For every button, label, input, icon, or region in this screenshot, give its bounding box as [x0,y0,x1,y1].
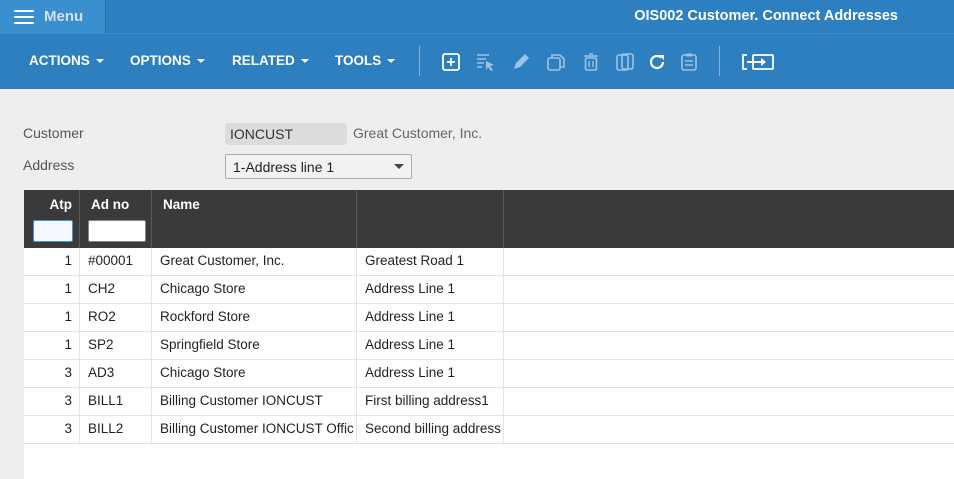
toolbar-divider [419,46,420,76]
cell-atp: 1 [24,276,80,304]
refresh-icon[interactable] [646,51,668,73]
cell-ad-no: SP2 [80,332,152,360]
copy-icon[interactable] [545,51,567,73]
column-header-ad-no[interactable]: Ad no [80,190,152,248]
cell-atp: 1 [24,332,80,360]
edit-icon[interactable] [510,51,532,73]
cell-name: Billing Customer IONCUST [152,388,357,416]
table-row[interactable]: 1 CH2 Chicago Store Address Line 1 [24,276,954,304]
ad-no-filter-input[interactable] [88,220,146,242]
cell-atp: 1 [24,304,80,332]
customer-field: IONCUST [225,123,347,145]
toolbar-divider [719,46,720,76]
customer-label: Customer [23,125,84,141]
select-icon[interactable] [475,51,497,73]
options-menu[interactable]: OPTIONS [130,53,205,68]
actions-menu-label: ACTIONS [29,53,90,68]
cell-atp: 1 [24,248,80,276]
clipboard-icon[interactable] [678,51,700,73]
cell-ad-no: BILL1 [80,388,152,416]
table-row[interactable]: 1 #00001 Great Customer, Inc. Greatest Road… [24,248,954,276]
table-row[interactable]: 3 BILL1 Billing Customer IONCUST First bill… [24,388,954,416]
column-header-atp[interactable]: Atp [24,190,80,248]
customer-name: Great Customer, Inc. [353,125,483,141]
related-menu[interactable]: RELATED [232,53,309,68]
cell-ad-no: AD3 [80,360,152,388]
tools-menu[interactable]: TOOLS [335,53,396,68]
cell-address: Address Line 1 [357,360,504,388]
cell-address: Address Line 1 [357,304,504,332]
menu-button[interactable]: Menu [0,0,106,33]
add-icon[interactable] [440,51,462,73]
related-menu-label: RELATED [232,53,295,68]
chevron-down-icon [196,58,205,63]
table-row[interactable]: 1 RO2 Rockford Store Address Line 1 [24,304,954,332]
chevron-down-icon [387,58,396,63]
addresses-grid: Atp Ad no Name 1 #00001 Great Customer, In… [24,190,954,479]
cell-ad-no: BILL2 [80,416,152,444]
cell-name: Great Customer, Inc. [152,248,357,276]
address-select-value: 1-Address line 1 [233,159,335,175]
address-label: Address [23,157,75,173]
cell-address: Greatest Road 1 [357,248,504,276]
atp-filter-input[interactable] [33,220,73,242]
grid-header: Atp Ad no Name [24,190,954,248]
actions-menu[interactable]: ACTIONS [29,53,104,68]
cell-ad-no: RO2 [80,304,152,332]
cell-name: Rockford Store [152,304,357,332]
hamburger-icon [14,9,34,24]
page-title: OIS002 Customer. Connect Addresses [634,8,898,24]
cell-atp: 3 [24,388,80,416]
cell-ad-no: #00001 [80,248,152,276]
table-row[interactable]: 1 SP2 Springfield Store Address Line 1 [24,332,954,360]
cell-address: First billing address1 [357,388,504,416]
cell-address: Address Line 1 [357,276,504,304]
tools-menu-label: TOOLS [335,53,382,68]
menu-label: Menu [44,8,84,25]
cell-name: Billing Customer IONCUST Offic [152,416,357,444]
chevron-down-icon [300,58,309,63]
table-row[interactable]: 3 AD3 Chicago Store Address Line 1 [24,360,954,388]
column-header-name[interactable]: Name [152,190,357,248]
delete-icon[interactable] [580,51,602,73]
options-menu-label: OPTIONS [130,53,191,68]
top-bar: Menu OIS002 Customer. Connect Addresses [0,0,954,33]
column-header-address[interactable] [357,190,504,248]
export-icon[interactable] [741,51,775,73]
chevron-down-icon [394,164,404,169]
cell-atp: 3 [24,360,80,388]
address-select[interactable]: 1-Address line 1 [225,154,412,179]
toolbar: ACTIONS OPTIONS RELATED TOOLS [0,33,954,89]
cell-address: Second billing address [357,416,504,444]
header-form: Customer IONCUST Great Customer, Inc. Ad… [0,89,954,189]
chevron-down-icon [95,58,104,63]
duplicate-icon[interactable] [614,51,636,73]
cell-name: Chicago Store [152,276,357,304]
cell-atp: 3 [24,416,80,444]
cell-address: Address Line 1 [357,332,504,360]
cell-name: Chicago Store [152,360,357,388]
cell-ad-no: CH2 [80,276,152,304]
cell-name: Springfield Store [152,332,357,360]
table-row[interactable]: 3 BILL2 Billing Customer IONCUST Offic Seco… [24,416,954,444]
